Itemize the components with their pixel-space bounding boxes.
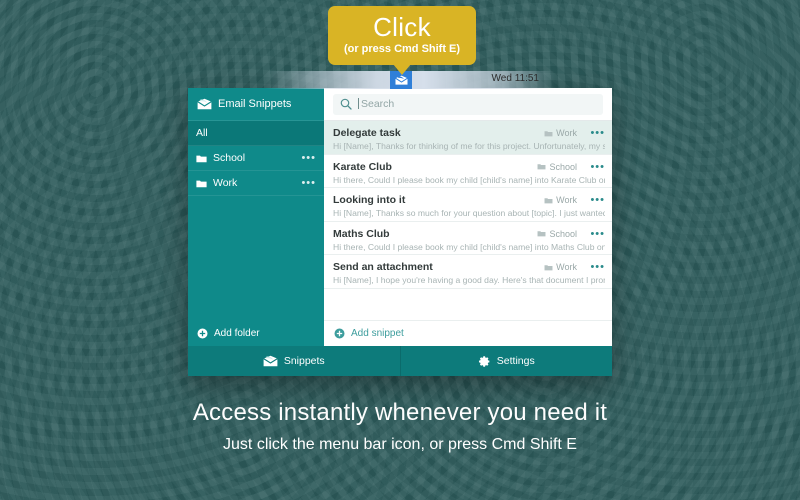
snippet-folder-tag: Work [544,262,577,272]
sidebar-item-label: All [196,127,208,139]
snippet-preview: Hi there, Could I please book my child [… [333,241,605,252]
snippet-header: Send an attachment Work ••• [333,261,605,273]
list-item[interactable]: Looking into it Work ••• Hi [Name], Than… [324,188,612,222]
click-callout: Click (or press Cmd Shift E) [328,6,476,75]
snippet-title: Looking into it [333,194,406,207]
callout-subtitle: (or press Cmd Shift E) [343,43,461,55]
snippet-tag-label: Work [556,128,577,139]
folder-icon [196,154,207,163]
sidebar-item-label: Work [213,177,238,189]
email-snippets-icon [197,98,212,110]
add-folder-label: Add folder [214,327,260,339]
tab-snippets[interactable]: Snippets [188,346,400,376]
add-snippet-button[interactable]: Add snippet [324,320,612,346]
list-item[interactable]: Delegate task Work ••• Hi [Name], Thanks… [324,121,612,155]
search-bar: Search [324,88,612,121]
snippet-tag-label: Work [556,262,577,273]
screenshot-stage: Click (or press Cmd Shift E) Wed 11:51 E… [0,0,800,500]
list-item[interactable]: Maths Club School ••• Hi there, Could I … [324,222,612,255]
sidebar-item-all[interactable]: All [188,121,324,146]
envelope-icon [263,355,278,367]
snippet-tag-label: Work [556,195,577,206]
snippet-title: Send an attachment [333,261,433,274]
text-caret [358,98,359,109]
ellipsis-icon[interactable]: ••• [301,153,316,164]
gear-icon [478,355,491,368]
search-placeholder-text: Search [361,98,395,110]
callout-title: Click [373,12,431,42]
sidebar-item-label: School [213,152,246,164]
snippet-folder-tag: School [537,229,577,239]
ellipsis-icon[interactable]: ••• [587,195,605,206]
ellipsis-icon[interactable]: ••• [587,262,605,273]
list-item[interactable]: Karate Club School ••• Hi there, Could I… [324,155,612,188]
tab-label: Snippets [283,355,325,367]
snippet-header: Looking into it Work ••• [333,194,605,206]
snippet-title: Karate Club [333,160,392,173]
caption-subline: Just click the menu bar icon, or press C… [223,436,577,453]
folder-list: All School ••• Work ••• [188,121,324,320]
snippet-tag-label: School [549,161,577,172]
folder-icon [537,230,546,237]
snippet-folder-tag: Work [544,128,577,138]
snippet-tag-label: School [549,228,577,239]
snippet-preview: Hi [Name], I hope you're having a good d… [333,275,605,286]
sidebar-item-school[interactable]: School ••• [188,146,324,171]
search-input[interactable]: Search [333,93,603,115]
bottom-tab-bar: Snippets Settings [188,346,612,376]
add-snippet-label: Add snippet [351,328,404,339]
search-icon [340,98,352,110]
caption-headline: Access instantly whenever you need it [192,399,608,426]
window-body: Email Snippets All School ••• Work ••• A… [188,88,612,346]
ellipsis-icon[interactable]: ••• [587,228,605,239]
snippet-title: Maths Club [333,227,390,240]
email-snippets-window: Email Snippets All School ••• Work ••• A… [188,88,612,376]
tab-label: Settings [496,355,535,367]
snippet-header: Maths Club School ••• [333,228,605,240]
callout-pointer-icon [393,64,411,75]
sidebar-app-title: Email Snippets [218,98,292,110]
snippet-folder-tag: Work [544,195,577,205]
snippet-list: Delegate task Work ••• Hi [Name], Thanks… [324,121,612,320]
snippet-preview: Hi [Name], Thanks for thinking of me for… [333,141,605,152]
folder-icon [196,179,207,188]
menubar-clock: Wed 11:51 [491,73,539,84]
caption-block: Access instantly whenever you need it Ju… [0,398,800,456]
ellipsis-icon[interactable]: ••• [587,161,605,172]
sidebar-header: Email Snippets [188,88,324,121]
sidebar-item-work[interactable]: Work ••• [188,171,324,196]
folder-icon [537,163,546,170]
snippet-folder-tag: School [537,162,577,172]
snippet-header: Delegate task Work ••• [333,127,605,139]
plus-circle-icon [334,328,345,339]
folder-icon [544,264,553,271]
folder-icon [544,197,553,204]
snippet-preview: Hi there, Could I please book my child [… [333,174,605,185]
folder-icon [544,130,553,137]
snippet-title: Delegate task [333,127,401,140]
sidebar: Email Snippets All School ••• Work ••• A… [188,88,324,346]
snippet-preview: Hi [Name], Thanks so much for your quest… [333,208,605,219]
ellipsis-icon[interactable]: ••• [587,128,605,139]
list-item[interactable]: Send an attachment Work ••• Hi [Name], I… [324,255,612,289]
add-folder-button[interactable]: Add folder [188,320,324,346]
tab-settings[interactable]: Settings [399,346,613,376]
main-panel: Search Delegate task Work ••• Hi [Name],… [324,88,612,346]
ellipsis-icon[interactable]: ••• [301,178,316,189]
snippet-header: Karate Club School ••• [333,161,605,173]
search-placeholder: Search [358,98,394,110]
plus-circle-icon [197,328,208,339]
